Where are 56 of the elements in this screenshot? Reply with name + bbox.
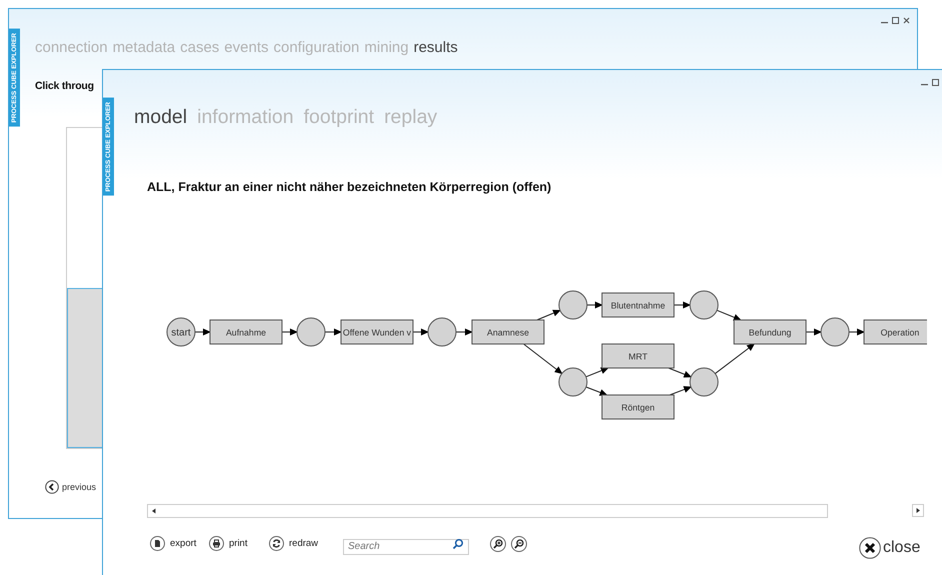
- search-field[interactable]: Search: [343, 538, 469, 554]
- arrow: [324, 328, 342, 336]
- refresh-icon: [269, 536, 284, 551]
- place-node[interactable]: [296, 318, 326, 346]
- transition-node[interactable]: Aufnahme: [210, 320, 282, 344]
- arrow: [806, 328, 822, 336]
- transition-node[interactable]: Offene Wunden v: [340, 320, 414, 344]
- close-icon: [859, 537, 881, 559]
- place-node[interactable]: start: [166, 318, 196, 346]
- nav-tab[interactable]: results: [414, 39, 458, 56]
- arrow: [714, 343, 755, 374]
- model-title: ALL, Fraktur an einer nicht näher bezeichneten Körperregion (offen): [147, 180, 552, 194]
- export-button[interactable]: export: [150, 536, 196, 551]
- arrow: [523, 344, 563, 374]
- arrow: [456, 328, 473, 336]
- arrow: [412, 328, 429, 336]
- scroll-right-icon[interactable]: [912, 504, 924, 517]
- maximize-icon[interactable]: [932, 79, 939, 86]
- redraw-button[interactable]: redraw: [269, 536, 318, 551]
- place-node[interactable]: [558, 290, 588, 320]
- printer-icon: [209, 536, 224, 551]
- arrow: [716, 310, 742, 321]
- maximize-icon[interactable]: [892, 17, 899, 24]
- transition-node[interactable]: Anamnese: [472, 320, 544, 344]
- transition-node[interactable]: Blutentnahme: [602, 292, 674, 318]
- transition-node[interactable]: MRT: [602, 344, 674, 368]
- arrow: [848, 328, 865, 336]
- arrow: [586, 386, 608, 396]
- place-node[interactable]: [558, 368, 588, 396]
- step-heading: Click throug: [35, 80, 94, 92]
- transition-node[interactable]: Befundung: [734, 320, 806, 344]
- arrow: [668, 368, 692, 378]
- arrow: [194, 328, 211, 336]
- document-icon: [150, 536, 165, 551]
- zoom-out-icon[interactable]: [511, 536, 527, 552]
- place-node[interactable]: [690, 290, 718, 320]
- view-tab[interactable]: model: [134, 106, 188, 129]
- search-icon: [452, 538, 464, 550]
- arrow: [674, 302, 691, 308]
- left-chevron-icon: [45, 480, 59, 494]
- place-node[interactable]: [690, 368, 718, 396]
- previous-button[interactable]: previous: [45, 480, 96, 494]
- horizontal-scrollbar[interactable]: [147, 504, 828, 518]
- transition-node[interactable]: Operation: [864, 320, 927, 344]
- place-node[interactable]: [820, 318, 850, 346]
- close-icon[interactable]: [903, 17, 910, 24]
- arrow: [586, 302, 603, 308]
- arrow: [282, 328, 298, 336]
- close-button[interactable]: close: [859, 537, 920, 559]
- arrow: [536, 310, 561, 320]
- arrow: [669, 386, 692, 396]
- transition-node[interactable]: Röntgen: [602, 394, 674, 420]
- arrow: [586, 367, 609, 378]
- place-node[interactable]: [428, 318, 456, 346]
- zoom-in-icon[interactable]: [490, 536, 506, 552]
- print-button[interactable]: print: [209, 536, 248, 551]
